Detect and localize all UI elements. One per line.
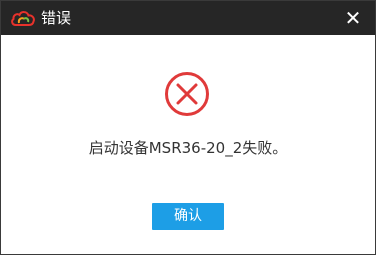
cloud-logo-icon [11,11,35,26]
dialog-title: 错误 [41,9,72,27]
close-button[interactable]: ✕ [341,6,365,30]
confirm-button[interactable]: 确认 [152,203,224,230]
error-icon [165,72,209,116]
title-bar: 错误 ✕ [1,1,375,35]
close-icon: ✕ [344,6,362,30]
error-dialog: 错误 ✕ 启动设备MSR36-20_2失败。 确认 [0,0,376,255]
error-message: 启动设备MSR36-20_2失败。 [88,139,288,157]
